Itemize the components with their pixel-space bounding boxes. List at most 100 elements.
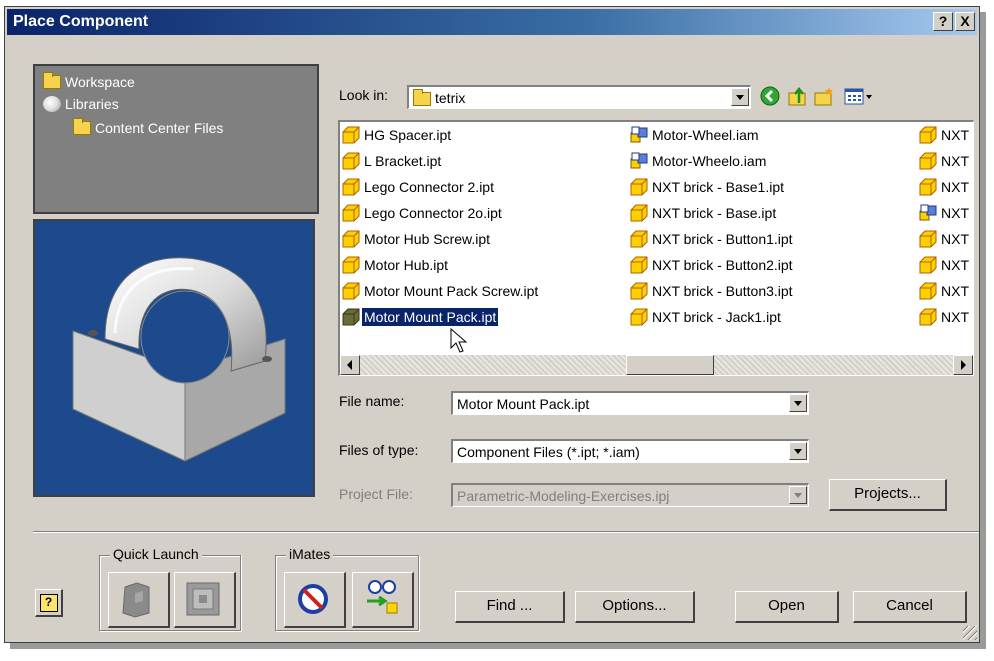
chevron-down-icon[interactable]: [789, 394, 807, 412]
tree-item-content-center[interactable]: Content Center Files: [73, 118, 224, 136]
file-item-label: Motor-Wheelo.iam: [652, 153, 767, 169]
file-item[interactable]: Motor-Wheel.iam: [629, 124, 761, 146]
resize-grip[interactable]: [963, 626, 977, 640]
file-item-label: NXT: [941, 257, 969, 273]
file-item[interactable]: NXT: [918, 254, 973, 276]
part-file-icon: [919, 178, 937, 196]
file-item-label: HG Spacer.ipt: [364, 127, 452, 143]
file-item[interactable]: NXT brick - Button3.ipt: [629, 280, 795, 302]
component-preview: [33, 219, 315, 497]
part-file-icon: [919, 282, 937, 300]
part-icon: [122, 582, 150, 618]
horizontal-scrollbar[interactable]: [340, 355, 973, 375]
scroll-right-button[interactable]: [953, 355, 973, 375]
file-item[interactable]: Motor Hub.ipt: [341, 254, 450, 276]
imate-match-icon: [367, 580, 398, 614]
file-item[interactable]: NXT: [918, 176, 973, 198]
file-item[interactable]: Lego Connector 2o.ipt: [341, 202, 504, 224]
file-item[interactable]: Motor Mount Pack Screw.ipt: [341, 280, 540, 302]
file-item[interactable]: Motor Mount Pack.ipt: [341, 306, 499, 328]
file-item-label: NXT: [941, 231, 969, 247]
file-item[interactable]: Motor-Wheelo.iam: [629, 150, 768, 172]
file-list[interactable]: HG Spacer.ipt L Bracket.ipt Lego Connector…: [338, 120, 974, 376]
file-item-label: NXT: [941, 179, 969, 195]
title-bar[interactable]: Place Component ? X: [7, 9, 977, 35]
part-file-icon: [342, 308, 360, 326]
file-item[interactable]: Lego Connector 2.ipt: [341, 176, 496, 198]
quick-launch-legend: Quick Launch: [110, 546, 202, 562]
part-file-icon: [630, 308, 648, 326]
imate-match-button[interactable]: [352, 572, 414, 628]
tree-item-label: Content Center Files: [95, 120, 224, 136]
file-item[interactable]: NXT brick - Base1.ipt: [629, 176, 786, 198]
library-icon: [43, 96, 61, 112]
quick-launch-assembly-button[interactable]: [174, 572, 236, 628]
arrow-right-icon: [961, 360, 966, 370]
help-title-button[interactable]: ?: [933, 12, 953, 31]
file-item-label: Motor-Wheel.iam: [652, 127, 759, 143]
look-in-combo[interactable]: tetrix: [407, 85, 751, 109]
imates-legend: iMates: [286, 546, 334, 562]
part-file-icon: [630, 204, 648, 222]
part-file-icon: [919, 308, 937, 326]
file-item[interactable]: NXT brick - Base.ipt: [629, 202, 778, 224]
file-item-label: NXT brick - Button2.ipt: [652, 257, 793, 273]
motor-mount-preview-image: [72, 257, 286, 462]
up-folder-icon[interactable]: [787, 85, 809, 107]
help-button[interactable]: ?: [35, 589, 63, 617]
place-component-dialog: Place Component ? X Workspace Libraries …: [4, 6, 980, 643]
file-item-label: NXT: [941, 205, 969, 221]
part-file-icon: [342, 126, 360, 144]
file-item-label: Motor Hub Screw.ipt: [364, 231, 491, 247]
file-item-label: NXT brick - Base1.ipt: [652, 179, 785, 195]
new-folder-icon[interactable]: [813, 85, 835, 107]
dialog-title: Place Component: [13, 13, 149, 30]
file-item-label: Motor Mount Pack.ipt: [362, 308, 499, 326]
arrow-left-icon: [347, 360, 352, 370]
cancel-button[interactable]: Cancel: [853, 591, 967, 623]
file-item[interactable]: NXT brick - Button2.ipt: [629, 254, 795, 276]
part-file-icon: [342, 256, 360, 274]
projects-button[interactable]: Projects...: [829, 479, 947, 511]
file-item[interactable]: NXT brick - Jack1.ipt: [629, 306, 783, 328]
scroll-left-button[interactable]: [340, 355, 360, 375]
file-name-label: File name:: [339, 393, 405, 409]
close-button[interactable]: X: [955, 12, 975, 31]
assembly-file-icon: [630, 126, 648, 143]
chevron-down-icon[interactable]: [731, 88, 749, 106]
tree-item-label: Workspace: [65, 74, 135, 90]
file-item[interactable]: NXT: [918, 306, 973, 328]
imates-group: iMates: [275, 546, 419, 631]
files-of-type-label: Files of type:: [339, 442, 419, 458]
help-icon: ?: [39, 594, 58, 612]
folder-icon: [413, 89, 431, 106]
file-item-label: NXT brick - Button1.ipt: [652, 231, 793, 247]
files-of-type-select[interactable]: Component Files (*.ipt; *.iam): [451, 439, 809, 463]
file-item[interactable]: NXT brick - Button1.ipt: [629, 228, 795, 250]
file-item[interactable]: NXT: [918, 228, 973, 250]
back-icon[interactable]: [759, 85, 781, 107]
open-button[interactable]: Open: [735, 591, 839, 623]
file-item[interactable]: NXT: [918, 280, 973, 302]
imate-disabled-button[interactable]: [284, 572, 346, 628]
file-item[interactable]: NXT: [918, 202, 973, 224]
file-item[interactable]: L Bracket.ipt: [341, 150, 443, 172]
find-button[interactable]: Find ...: [455, 591, 565, 623]
tree-item-workspace[interactable]: Workspace: [43, 72, 135, 90]
assembly-file-icon: [630, 152, 648, 169]
file-name-input[interactable]: Motor Mount Pack.ipt: [451, 391, 809, 415]
quick-launch-part-button[interactable]: [108, 572, 170, 628]
tree-item-libraries[interactable]: Libraries: [43, 96, 119, 112]
file-item[interactable]: NXT: [918, 150, 973, 172]
quick-launch-group: Quick Launch: [99, 546, 241, 631]
chevron-down-icon[interactable]: [789, 442, 807, 460]
file-item-label: NXT: [941, 127, 969, 143]
folder-icon: [73, 118, 91, 135]
file-item[interactable]: NXT: [918, 124, 973, 146]
file-item[interactable]: HG Spacer.ipt: [341, 124, 453, 146]
file-item[interactable]: Motor Hub Screw.ipt: [341, 228, 492, 250]
scroll-thumb[interactable]: [626, 355, 714, 375]
file-item-label: NXT brick - Base.ipt: [652, 205, 777, 221]
view-menu-icon[interactable]: [843, 85, 873, 107]
options-button[interactable]: Options...: [575, 591, 695, 623]
